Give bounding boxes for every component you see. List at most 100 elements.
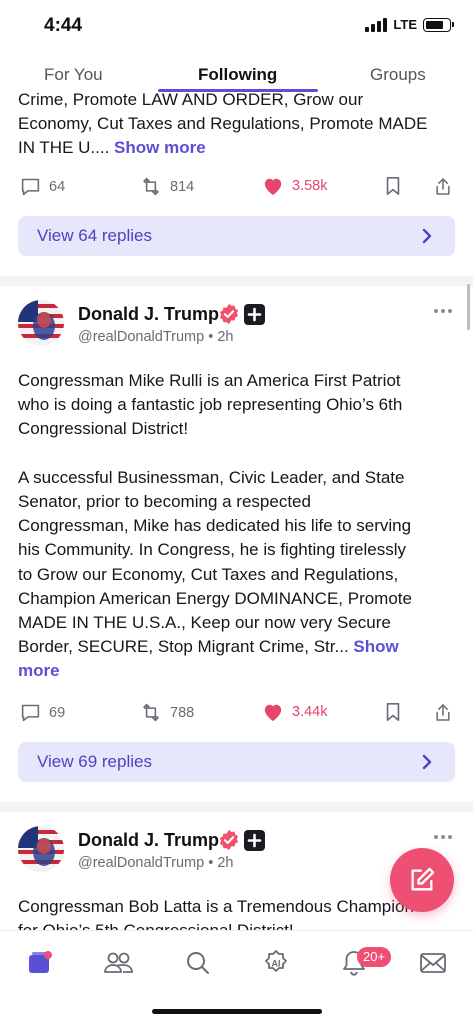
avatar[interactable] [18, 826, 64, 872]
comment-icon [21, 704, 40, 722]
compose-button[interactable] [390, 848, 454, 912]
show-more-link[interactable]: Show [353, 637, 398, 656]
like-count: 3.44k [292, 704, 328, 720]
author-name[interactable]: Donald J. Trump [78, 304, 219, 325]
post-1-line: IN THE U.... Show more [18, 136, 438, 160]
view-replies-label: View 69 replies [37, 752, 152, 771]
handle-line: @realDonaldTrump • 2h [78, 329, 233, 345]
author-handle: @realDonaldTrump [78, 855, 205, 871]
compose-icon [411, 867, 435, 891]
like-button[interactable]: 3.44k [262, 702, 327, 722]
search-icon [187, 952, 209, 974]
plus-badge-icon [244, 830, 265, 851]
repost-button[interactable]: 814 [140, 176, 194, 197]
post-2-line: A successful Businessman, Civic Leader, … [18, 467, 405, 487]
signal-icon [365, 17, 388, 32]
nav-messages[interactable] [417, 947, 449, 979]
post-2-actions: 69 788 3.44k [0, 698, 473, 728]
nav-search[interactable] [182, 947, 214, 979]
view-replies-button[interactable]: View 69 replies [18, 742, 455, 782]
mail-icon [420, 953, 446, 973]
heart-filled-icon [264, 704, 282, 722]
more-options-icon[interactable] [433, 834, 453, 840]
post-1-line: Crime, Promote LAW AND ORDER, Grow our [18, 90, 364, 109]
nav-home[interactable] [24, 947, 56, 979]
status-bar: 4:44 LTE [0, 0, 473, 52]
handle-separator: • [208, 855, 214, 871]
post-time: 2h [217, 329, 234, 345]
post-divider [0, 276, 473, 286]
home-indicator [152, 1009, 322, 1014]
feed-tabs: For You Following Groups [0, 52, 473, 92]
heart-filled-icon [264, 178, 282, 196]
status-indicators: LTE [365, 17, 454, 32]
post-2-line: more [18, 659, 438, 683]
more-options-icon[interactable] [433, 308, 453, 314]
verified-badge-icon [219, 829, 239, 851]
chevron-right-icon [422, 754, 432, 770]
like-button[interactable]: 3.58k [262, 176, 327, 196]
comment-button[interactable]: 64 [20, 176, 65, 197]
view-replies-button[interactable]: View 64 replies [18, 216, 455, 256]
nav-ai[interactable]: AI [260, 947, 292, 979]
comment-icon [21, 178, 40, 196]
post-2-line-text: Border, SECURE, Stop Migrant Crime, Str.… [18, 637, 354, 657]
post-2-header: Donald J. Trump @realDonaldTrump • 2h [0, 300, 473, 360]
like-count: 3.58k [292, 178, 328, 194]
share-button[interactable] [433, 176, 453, 197]
nav-groups[interactable] [102, 947, 134, 979]
ai-icon: AI [265, 950, 287, 972]
repost-count: 814 [170, 178, 195, 195]
post-2-line: Champion American Energy DOMINANCE, Prom… [18, 588, 412, 608]
post-2-line: Senator, prior to becoming a respected [18, 492, 311, 511]
post-1-actions: 64 814 3.58k [0, 172, 473, 202]
comment-count: 69 [49, 704, 66, 721]
scrollbar[interactable] [467, 284, 470, 330]
post-2-line: to Grow our Economy, Cut Taxes and Regul… [18, 564, 399, 584]
groups-icon [104, 952, 133, 973]
home-feed-icon [29, 951, 52, 973]
plus-badge-icon [244, 304, 265, 325]
share-icon [436, 704, 450, 721]
repost-icon [143, 703, 159, 722]
repost-count: 788 [170, 704, 195, 721]
tab-groups[interactable]: Groups [370, 65, 426, 85]
author-name[interactable]: Donald J. Trump [78, 830, 219, 851]
handle-separator: • [208, 329, 214, 345]
repost-icon [143, 177, 159, 196]
post-2-line: Border, SECURE, Stop Migrant Crime, Str.… [18, 635, 438, 659]
post-1-line: Economy, Cut Taxes and Regulations, Prom… [18, 114, 428, 134]
share-icon [436, 178, 450, 195]
show-more-link[interactable]: Show more [114, 138, 206, 157]
post-1-line-text: IN THE U.... [18, 138, 115, 158]
avatar-flag-portrait-image [18, 826, 64, 872]
avatar[interactable] [18, 300, 64, 346]
notification-badge: 20+ [357, 947, 392, 967]
post-2-line: Congressional District! [18, 419, 189, 439]
post-2-line: Congressman Mike Rulli is an America Fir… [18, 371, 401, 390]
battery-icon [423, 17, 454, 32]
chevron-right-icon [422, 228, 432, 244]
tab-for-you[interactable]: For You [44, 65, 103, 85]
post-divider [0, 802, 473, 812]
show-more-link-continued[interactable]: more [18, 661, 60, 680]
post-time: 2h [217, 855, 234, 871]
post-2-line: Congressman, Mike has dedicated his life… [18, 516, 412, 536]
view-replies-label: View 64 replies [37, 226, 152, 245]
ai-label: AI [272, 959, 281, 969]
tab-following[interactable]: Following [198, 65, 277, 85]
post-2-text: Congressman Mike Rulli is an America Fir… [18, 369, 438, 684]
author-handle: @realDonaldTrump [78, 329, 205, 345]
post-2-line: his Community. In Congress, he is fighti… [18, 540, 407, 560]
post-2-line: MADE IN THE U.S.A., Keep our now very Se… [18, 613, 391, 633]
share-button[interactable] [433, 702, 453, 723]
bookmark-button[interactable] [384, 702, 402, 722]
post-2-line: who is doing a fantastic job representin… [18, 395, 403, 415]
bookmark-icon [386, 703, 400, 721]
bookmark-button[interactable] [384, 176, 402, 196]
comment-button[interactable]: 69 [20, 702, 65, 723]
repost-button[interactable]: 788 [140, 702, 194, 723]
network-label: LTE [393, 17, 417, 32]
verified-badge-icon [219, 303, 239, 325]
avatar-flag-portrait-image [18, 300, 64, 346]
